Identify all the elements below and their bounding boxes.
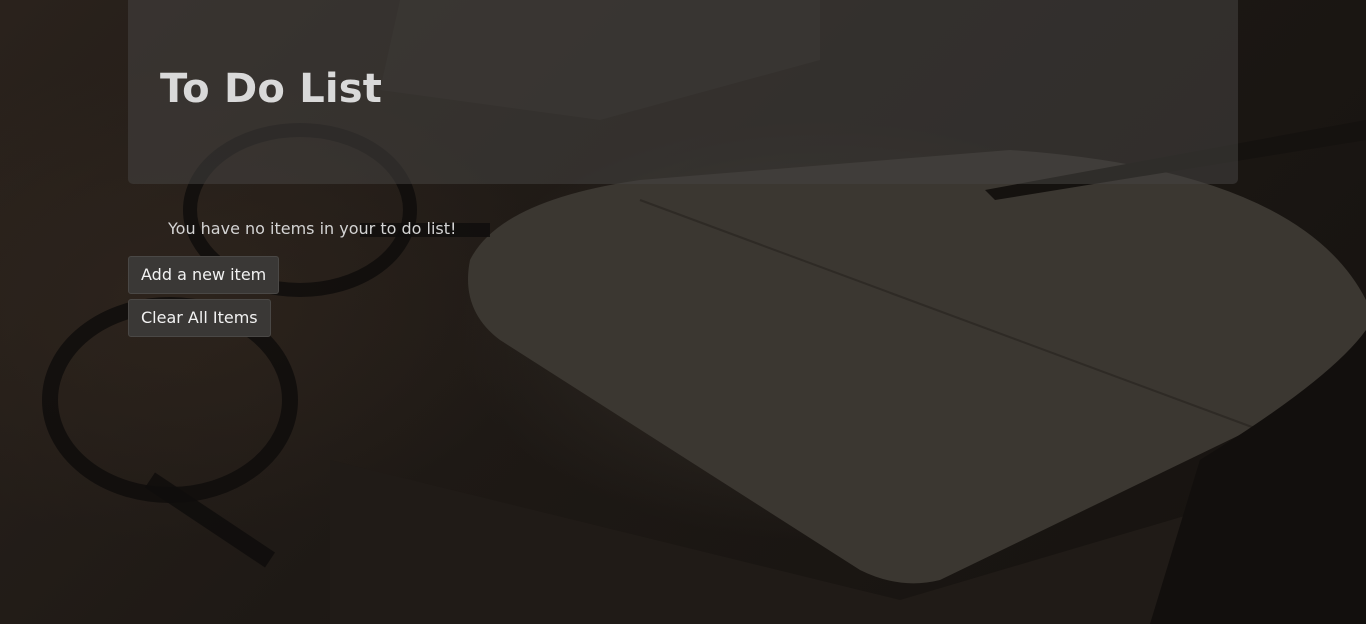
empty-list-message: You have no items in your to do list! xyxy=(168,219,457,238)
page-title: To Do List xyxy=(160,66,383,112)
clear-all-button[interactable]: Clear All Items xyxy=(128,299,271,337)
add-item-button[interactable]: Add a new item xyxy=(128,256,280,294)
header-panel: To Do List xyxy=(128,0,1238,184)
